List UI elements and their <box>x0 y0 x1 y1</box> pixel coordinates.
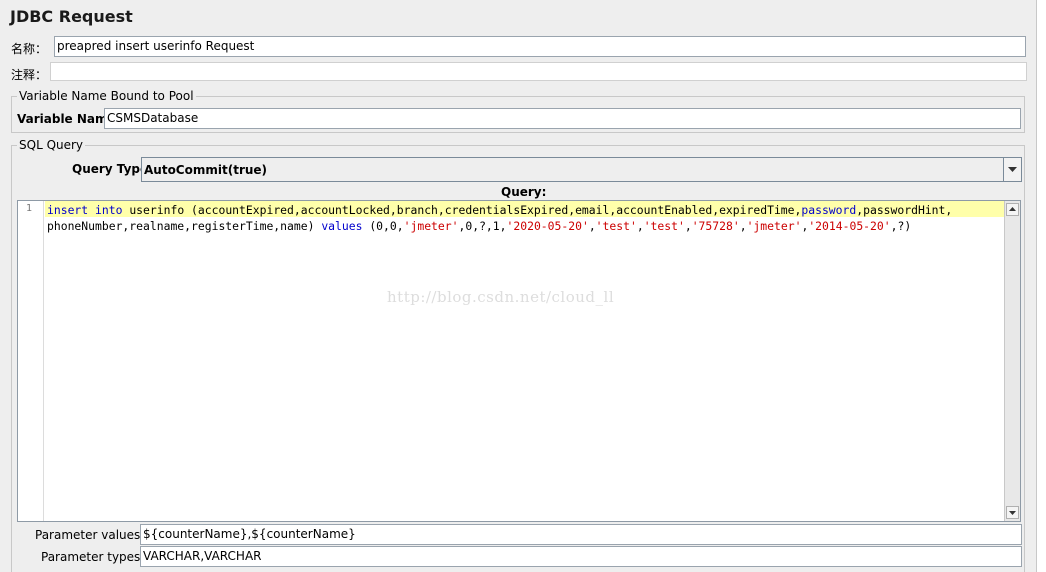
right-panel-edge <box>1036 0 1046 572</box>
keyword-into: into <box>95 203 123 217</box>
sql-query-legend: SQL Query <box>17 138 86 152</box>
scroll-down-button[interactable] <box>1006 506 1019 519</box>
string-literal: '2014-05-20' <box>808 219 891 233</box>
parameter-types-input[interactable]: VARCHAR,VARCHAR <box>140 546 1022 567</box>
comment-label: 注释： <box>11 68 48 82</box>
arrow-down-icon <box>1009 511 1016 515</box>
string-literal: '75728' <box>691 219 740 233</box>
parameter-values-label: Parameter values: <box>35 528 145 542</box>
line-number: 1 <box>26 203 33 214</box>
parameter-types-label: Parameter types: <box>41 550 145 564</box>
keyword-password: password <box>801 203 857 217</box>
editor-vertical-scrollbar[interactable] <box>1004 201 1020 521</box>
parameter-values-input[interactable]: ${counterName},${counterName} <box>140 524 1022 545</box>
code-text: , <box>588 219 596 233</box>
string-literal: 'jmeter' <box>746 219 802 233</box>
code-text: , <box>636 219 644 233</box>
comment-input[interactable] <box>50 62 1027 81</box>
code-text: (0,0, <box>362 219 404 233</box>
string-literal: 'test' <box>595 219 637 233</box>
variable-name-input[interactable]: CSMSDatabase <box>104 108 1021 129</box>
scroll-up-button[interactable] <box>1006 203 1019 216</box>
string-literal: '2020-05-20' <box>506 219 589 233</box>
code-text: userinfo (accountExpired,accountLocked,b… <box>129 203 802 217</box>
code-text: phoneNumber,realname,registerTime,name) <box>47 219 322 233</box>
query-type-value: AutoCommit(true) <box>144 163 268 177</box>
sql-code[interactable]: insert into userinfo (accountExpired,acc… <box>47 202 1002 234</box>
name-input[interactable]: preapred insert userinfo Request <box>54 36 1026 57</box>
watermark-text: http://blog.csdn.net/cloud_ll <box>387 288 615 306</box>
line-gutter: 1 <box>18 201 44 521</box>
string-literal: 'jmeter' <box>403 219 459 233</box>
code-text: , <box>684 219 692 233</box>
code-text: ,?) <box>890 219 912 233</box>
query-type-select[interactable]: AutoCommit(true) <box>141 157 1022 182</box>
panel-title: JDBC Request <box>10 7 133 26</box>
arrow-up-icon <box>1009 207 1016 211</box>
dropdown-arrow-button[interactable] <box>1003 158 1021 181</box>
query-label: Query: <box>501 185 547 199</box>
pool-group-legend: Variable Name Bound to Pool <box>17 89 196 103</box>
chevron-down-icon <box>1008 167 1017 172</box>
keyword-values: values <box>321 219 363 233</box>
sql-query-editor[interactable]: 1 insert into userinfo (accountExpired,a… <box>17 200 1021 522</box>
code-text: , <box>739 219 747 233</box>
string-literal: 'test' <box>643 219 685 233</box>
code-text: ,0,?,1, <box>458 219 507 233</box>
name-label: 名称： <box>11 42 48 56</box>
keyword-insert: insert <box>47 203 89 217</box>
code-text: ,passwordHint, <box>856 203 953 217</box>
